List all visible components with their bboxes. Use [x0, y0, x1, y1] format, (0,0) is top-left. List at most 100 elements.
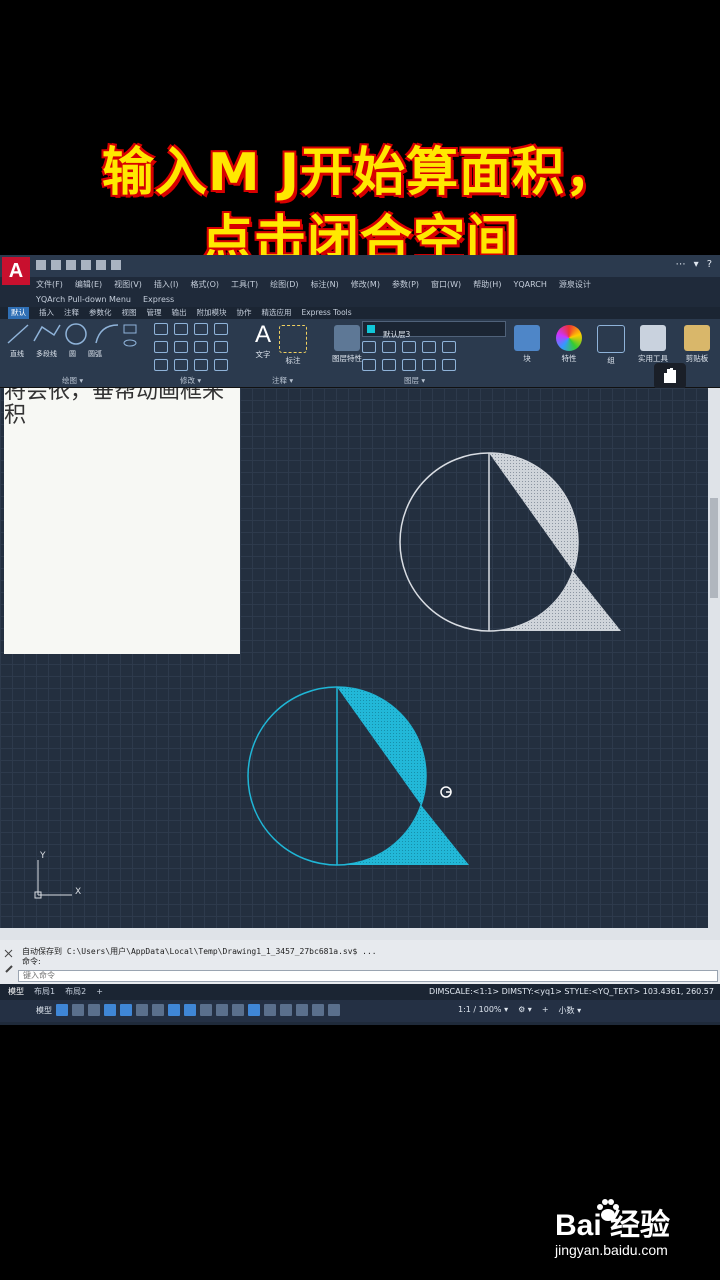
menu-modify[interactable]: 修改(M): [351, 277, 380, 293]
menu-view[interactable]: 视图(V): [114, 277, 142, 293]
rectangle-tool-icon: [123, 324, 137, 334]
object-snap-icon: [184, 1004, 196, 1016]
tab-annotate[interactable]: 注释: [64, 307, 79, 319]
panel-label-layers[interactable]: 图层 ▾: [404, 375, 425, 386]
rotate-icon: [174, 323, 188, 335]
drafting-toggles[interactable]: [56, 1004, 340, 1016]
layer-merge-icon: [402, 359, 416, 371]
circle-tool-icon: [65, 323, 87, 345]
fillet-icon: [194, 341, 208, 353]
panel-label-draw[interactable]: 绘图 ▾: [62, 375, 83, 386]
tab-express-tools[interactable]: Express Tools: [302, 307, 352, 319]
block-label: 块: [523, 354, 531, 363]
save-as-icon[interactable]: [81, 260, 91, 270]
selection-filter-icon: [280, 1004, 292, 1016]
command-input[interactable]: [18, 970, 718, 982]
tab-parametric[interactable]: 参数化: [89, 307, 112, 319]
tab-model[interactable]: 模型: [8, 984, 24, 1000]
command-tools[interactable]: [4, 946, 14, 980]
tab-output[interactable]: 输出: [172, 307, 187, 319]
search-icon[interactable]: ⋯: [676, 259, 686, 270]
overlay-document-window: 将会依，垂帮动画框来 积: [4, 388, 240, 654]
save-icon[interactable]: [66, 260, 76, 270]
menu-yqarch-pulldown[interactable]: YQArch Pull-down Menu: [36, 293, 131, 307]
layout-tab-bar: 模型 布局1 布局2 + DIMSCALE:<1:1> DIMSTY:<yq1>…: [0, 984, 720, 1000]
menu-tools[interactable]: 工具(T): [231, 277, 258, 293]
tab-view[interactable]: 视图: [122, 307, 137, 319]
layer-state-icon: [442, 359, 456, 371]
status-model-button[interactable]: 模型: [36, 1005, 52, 1016]
properties-button[interactable]: 特性: [550, 321, 588, 379]
menu-yqarch[interactable]: YQARCH: [513, 277, 546, 293]
ribbon-tabs: 默认 插入 注释 参数化 视图 管理 输出 附加模块 协作 精选应用 Expre…: [0, 307, 720, 319]
layer-tools-group[interactable]: [360, 339, 458, 373]
menu-draw[interactable]: 绘图(D): [270, 277, 298, 293]
clipboard-icon: [684, 325, 710, 351]
panel-label-modify[interactable]: 修改 ▾: [180, 375, 201, 386]
tab-default[interactable]: 默认: [8, 307, 29, 319]
ucs-x-label: X: [75, 887, 81, 897]
dropdown-icon[interactable]: ▾: [694, 259, 699, 270]
dimension-button[interactable]: 标注: [274, 321, 312, 379]
tab-layout2[interactable]: 布局2: [65, 984, 86, 1000]
menu-dimension[interactable]: 标注(N): [311, 277, 339, 293]
draw-tools-group[interactable]: [4, 321, 154, 371]
new-file-icon[interactable]: [36, 260, 46, 270]
menu-insert[interactable]: 插入(I): [154, 277, 179, 293]
status-right-group: 1:1 / 100% ▾ ⚙ ▾ + 小数 ▾: [458, 1005, 581, 1016]
menu-help[interactable]: 帮助(H): [473, 277, 501, 293]
command-prompt: 命令:: [22, 957, 41, 966]
workspace-switch[interactable]: ⚙ ▾: [518, 1005, 532, 1016]
annotation-monitor[interactable]: +: [542, 1005, 549, 1016]
open-file-icon[interactable]: [51, 260, 61, 270]
copy-icon: [154, 341, 168, 353]
group-label: 组: [607, 356, 615, 365]
layer-stack-icon: [334, 325, 360, 351]
move-icon: [154, 323, 168, 335]
vertical-scrollbar[interactable]: [708, 388, 720, 928]
hand-cursor-overlay: [654, 363, 686, 389]
grid-icon: [56, 1004, 68, 1016]
tab-addins[interactable]: 附加模块: [197, 307, 227, 319]
arc-label: 圆弧: [88, 350, 102, 358]
undo-icon[interactable]: [111, 260, 121, 270]
quick-access-toolbar[interactable]: [36, 260, 121, 270]
units-dropdown[interactable]: 小数 ▾: [559, 1005, 582, 1016]
menu-window[interactable]: 窗口(W): [431, 277, 461, 293]
add-layout-button[interactable]: +: [96, 984, 103, 1000]
group-button[interactable]: 组: [592, 321, 630, 379]
print-icon[interactable]: [96, 260, 106, 270]
menu-yuanquan[interactable]: 源泉设计: [559, 277, 591, 293]
tab-collaborate[interactable]: 协作: [237, 307, 252, 319]
help-icon[interactable]: ?: [707, 259, 712, 270]
menu-parametric[interactable]: 参数(P): [392, 277, 419, 293]
line-tool-icon: [7, 324, 29, 344]
snap-icon: [72, 1004, 84, 1016]
menu-express[interactable]: Express: [143, 293, 174, 307]
caption-line-1: 输入M J开始算面积，: [101, 143, 619, 203]
app-logo[interactable]: A: [2, 257, 30, 285]
menu-format[interactable]: 格式(O): [190, 277, 219, 293]
ellipse-tool-icon: [123, 339, 137, 347]
block-button[interactable]: 块: [508, 321, 546, 379]
layer-dropdown[interactable]: 默认层3: [362, 321, 506, 339]
tab-layout1[interactable]: 布局1: [34, 984, 55, 1000]
layer-lock-icon: [382, 341, 396, 353]
modify-tools-group[interactable]: [152, 321, 230, 373]
menu-file[interactable]: 文件(F): [36, 277, 63, 293]
dynamic-input-icon: [104, 1004, 116, 1016]
layer-prev-icon: [362, 359, 376, 371]
group-icon: [597, 325, 625, 353]
mirror-icon: [174, 341, 188, 353]
tab-manage[interactable]: 管理: [147, 307, 162, 319]
horizontal-scrollbar[interactable]: [0, 928, 720, 940]
cad-application-window: ⋯ ▾ ? A 文件(F) 编辑(E) 视图(V) 插入(I) 格式(O) 工具…: [0, 255, 720, 1025]
vertical-scroll-thumb[interactable]: [710, 498, 718, 598]
tab-featured-apps[interactable]: 精选应用: [262, 307, 292, 319]
tab-insert[interactable]: 插入: [39, 307, 54, 319]
panel-label-annotate[interactable]: 注释 ▾: [272, 375, 293, 386]
annotation-scale[interactable]: 1:1 / 100% ▾: [458, 1005, 508, 1016]
menu-edit[interactable]: 编辑(E): [75, 277, 102, 293]
polyline-label: 多段线: [36, 350, 57, 358]
dimension-icon: [279, 325, 307, 353]
